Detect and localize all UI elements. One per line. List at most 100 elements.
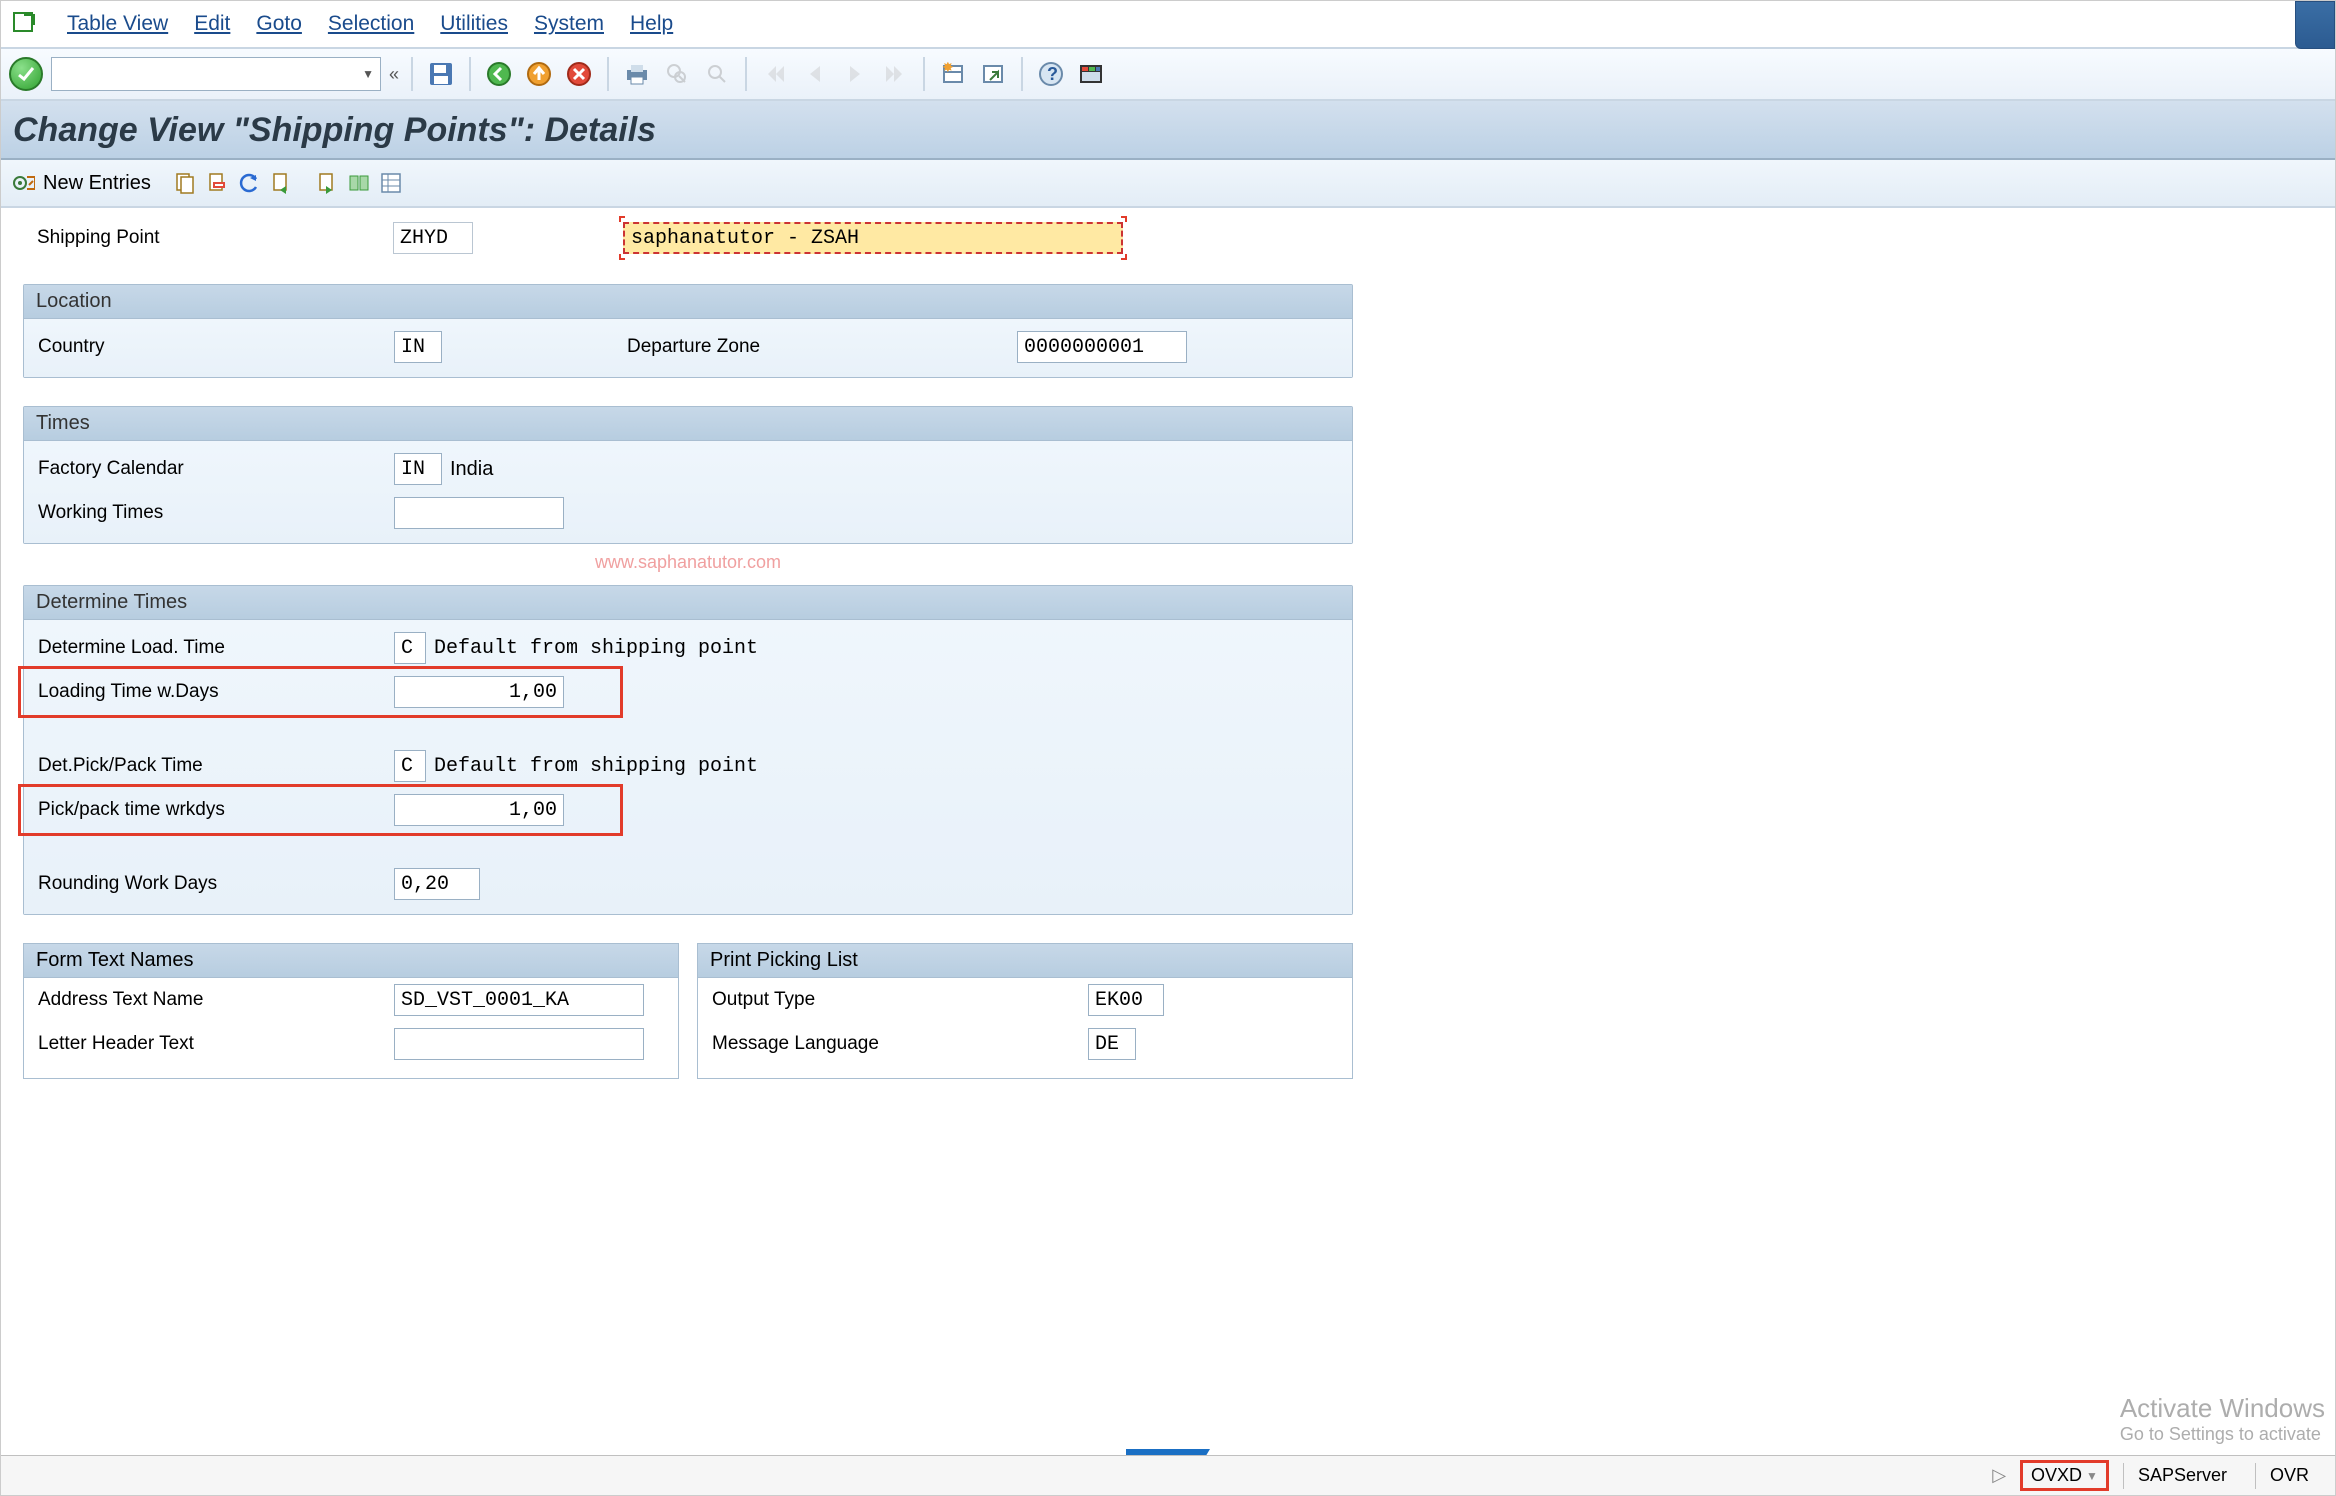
exit-icon[interactable] [523,59,555,89]
working-times-input[interactable] [394,497,564,529]
cancel-icon[interactable] [563,59,595,89]
chevron-down-icon[interactable]: ▼ [362,67,374,81]
command-field[interactable]: ▼ [51,57,381,91]
output-type-label: Output Type [698,989,1088,1011]
windows-activation-hint: Activate Windows Go to Settings to activ… [2120,1393,2325,1445]
rounding-days-input[interactable]: 0,20 [394,868,480,900]
back-icon[interactable] [483,59,515,89]
message-language-label: Message Language [698,1033,1088,1055]
menu-help[interactable]: Help [630,12,673,36]
factory-calendar-label: Factory Calendar [24,458,394,480]
form-text-group: Form Text Names Address Text Name SD_VST… [23,943,679,1079]
determine-times-header: Determine Times [24,586,1352,620]
location-group-header: Location [24,285,1352,319]
toggle-display-icon[interactable] [11,171,35,195]
status-bar: ▷ OVXD ▼ SAPServer OVR [1,1455,2335,1495]
address-text-label: Address Text Name [24,989,394,1011]
working-times-label: Working Times [24,502,394,524]
shipping-point-label: Shipping Point [23,227,393,249]
ok-button[interactable] [9,57,43,91]
rounding-days-label: Rounding Work Days [24,873,394,895]
shipping-point-description-input[interactable]: saphanatutor - ZSAH [623,222,1123,254]
main-toolbar: ▼ « ✸ ? [1,49,2335,101]
find-next-icon [701,59,733,89]
det-pickpack-time-code[interactable]: C [394,750,426,782]
departure-zone-input[interactable]: 0000000001 [1017,331,1187,363]
winhint-line1: Activate Windows [2120,1393,2325,1424]
output-type-input[interactable]: EK00 [1088,984,1164,1016]
address-text-input[interactable]: SD_VST_0001_KA [394,984,644,1016]
departure-zone-label: Departure Zone [627,336,1017,358]
loading-time-days-input[interactable]: 1,00 [394,676,564,708]
copy-icon[interactable] [173,171,197,195]
nav-prev-icon [799,59,831,89]
shortcut-icon[interactable] [977,59,1009,89]
help-icon[interactable]: ? [1035,59,1067,89]
menu-table-view[interactable]: Table View [67,12,168,36]
country-label: Country [24,336,394,358]
letter-header-label: Letter Header Text [24,1033,394,1055]
content-area: Shipping Point ZHYD saphanatutor - ZSAH … [1,208,2335,1456]
nav-next-icon [839,59,871,89]
status-play-icon[interactable]: ▷ [1992,1465,2006,1486]
menu-edit[interactable]: Edit [194,12,230,36]
svg-text:✸: ✸ [942,62,954,75]
tcode-cell[interactable]: OVXD ▼ [2020,1460,2109,1491]
factory-calendar-input[interactable]: IN [394,453,442,485]
svg-text:?: ? [1047,64,1058,84]
app-menu-icon[interactable] [9,8,41,40]
letter-header-input[interactable] [394,1028,644,1060]
layout-icon[interactable] [1075,59,1107,89]
window-corner [2295,1,2335,49]
loading-time-days-label: Loading Time w.Days [24,681,394,703]
separator [411,57,413,91]
pickpack-days-input[interactable]: 1,00 [394,794,564,826]
menu-goto[interactable]: Goto [256,12,302,36]
separator [745,57,747,91]
chevron-down-icon: ▼ [2086,1469,2098,1483]
determine-load-time-code[interactable]: C [394,632,426,664]
times-group-header: Times [24,407,1352,441]
separator [469,57,471,91]
separator [923,57,925,91]
pickpack-days-label: Pick/pack time wrkdys [24,799,394,821]
select-set-icon[interactable] [347,171,371,195]
menu-selection[interactable]: Selection [328,12,414,36]
location-group: Location Country IN Departure Zone 00000… [23,284,1353,378]
next-entry-icon[interactable] [315,171,339,195]
new-session-icon[interactable]: ✸ [937,59,969,89]
page-title: Change View "Shipping Points": Details [1,101,2335,160]
watermark-text: www.saphanatutor.com [23,552,1353,573]
delete-icon[interactable] [205,171,229,195]
prev-entry-icon[interactable] [269,171,293,195]
determine-times-group: Determine Times Determine Load. Time C D… [23,585,1353,915]
det-pickpack-time-desc: Default from shipping point [434,755,758,778]
new-entries-button[interactable]: New Entries [43,172,151,195]
print-icon[interactable] [621,59,653,89]
print-picking-header: Print Picking List [698,944,1352,978]
find-icon [661,59,693,89]
shipping-point-value: ZHYD [393,222,473,254]
winhint-line2: Go to Settings to activate [2120,1424,2325,1445]
menu-system[interactable]: System [534,12,604,36]
message-language-input[interactable]: DE [1088,1028,1136,1060]
menubar: Table View Edit Goto Selection Utilities… [1,1,2335,49]
app-toolbar: New Entries [1,160,2335,208]
factory-calendar-desc: India [450,458,493,481]
tcode-text: OVXD [2031,1465,2082,1486]
table-settings-icon[interactable] [379,171,403,195]
determine-load-time-label: Determine Load. Time [24,637,394,659]
country-input[interactable]: IN [394,331,442,363]
separator [607,57,609,91]
nav-last-icon [879,59,911,89]
nav-first-icon [759,59,791,89]
print-picking-group: Print Picking List Output Type EK00 Mess… [697,943,1353,1079]
det-pickpack-time-label: Det.Pick/Pack Time [24,755,394,777]
menu-utilities[interactable]: Utilities [440,12,508,36]
save-icon[interactable] [425,59,457,89]
undo-icon[interactable] [237,171,261,195]
server-cell: SAPServer [2123,1463,2241,1489]
times-group: Times Factory Calendar IN India Working … [23,406,1353,544]
collapse-toggle-icon[interactable]: « [389,64,399,85]
separator [1021,57,1023,91]
